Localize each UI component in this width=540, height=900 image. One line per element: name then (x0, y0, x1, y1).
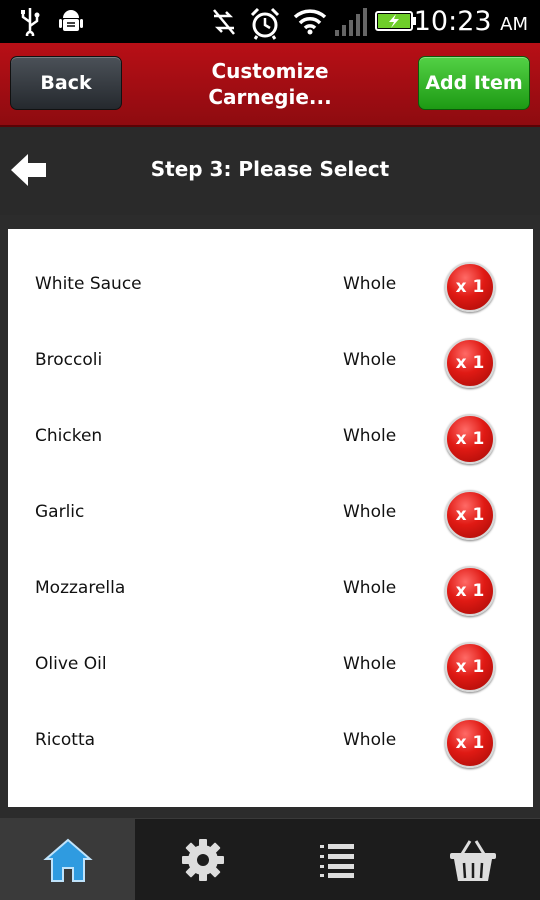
alarm-icon (250, 7, 280, 40)
topping-name: Garlic (35, 502, 85, 522)
nav-home[interactable] (0, 819, 135, 900)
back-button[interactable]: Back (10, 56, 122, 110)
topping-name: White Sauce (35, 274, 142, 294)
sync-off-icon (213, 9, 235, 35)
topping-portion[interactable]: Whole (343, 426, 396, 446)
topping-portion[interactable]: Whole (343, 730, 396, 750)
bottom-nav (0, 818, 540, 900)
topping-name: Ricotta (35, 730, 96, 750)
home-icon (42, 838, 93, 882)
gear-icon (181, 839, 224, 881)
quantity-button[interactable]: x 1 (445, 566, 495, 616)
toppings-list: White Sauce Whole x 1 Broccoli Whole x 1… (8, 229, 533, 807)
list-item[interactable]: Chicken Whole x 1 (8, 402, 533, 478)
topping-portion[interactable]: Whole (343, 654, 396, 674)
usb-icon (21, 8, 40, 36)
content-area: White Sauce Whole x 1 Broccoli Whole x 1… (0, 215, 540, 818)
page-title: Customize Carnegie... (208, 59, 332, 109)
topping-portion[interactable]: Whole (343, 502, 396, 522)
step-title: Step 3: Please Select (150, 157, 390, 181)
topping-name: Mozzarella (35, 578, 126, 598)
quantity-button[interactable]: x 1 (445, 262, 495, 312)
status-bar: 10:23 AM (0, 0, 540, 43)
title-bar: Back Customize Carnegie... Add Item (0, 43, 540, 127)
topping-name: Olive Oil (35, 654, 107, 674)
topping-name: Broccoli (35, 350, 103, 370)
list-item[interactable]: White Sauce Whole x 1 (8, 250, 533, 326)
quantity-button[interactable]: x 1 (445, 490, 495, 540)
clock: 10:23 AM (413, 6, 528, 37)
signal-icon (335, 8, 367, 36)
topping-portion[interactable]: Whole (343, 274, 396, 294)
step-bar: Step 3: Please Select (0, 127, 540, 215)
topping-portion[interactable]: Whole (343, 578, 396, 598)
list-item[interactable]: Garlic Whole x 1 (8, 478, 533, 554)
nav-basket[interactable] (405, 819, 540, 900)
list-icon (319, 844, 354, 878)
nav-settings[interactable] (135, 819, 270, 900)
wifi-icon (293, 9, 327, 35)
topping-name: Chicken (35, 426, 103, 446)
add-item-button[interactable]: Add Item (418, 56, 530, 110)
nav-list[interactable] (270, 819, 405, 900)
list-item[interactable]: Broccoli Whole x 1 (8, 326, 533, 402)
topping-portion[interactable]: Whole (343, 350, 396, 370)
battery-charging-icon (375, 11, 416, 31)
quantity-button[interactable]: x 1 (445, 338, 495, 388)
list-item[interactable]: Mozzarella Whole x 1 (8, 554, 533, 630)
quantity-button[interactable]: x 1 (445, 718, 495, 768)
list-item[interactable]: Ricotta Whole x 1 (8, 706, 533, 782)
quantity-button[interactable]: x 1 (445, 642, 495, 692)
quantity-button[interactable]: x 1 (445, 414, 495, 464)
list-item[interactable]: Olive Oil Whole x 1 (8, 630, 533, 706)
android-debug-icon (59, 10, 83, 31)
basket-icon (449, 840, 496, 881)
